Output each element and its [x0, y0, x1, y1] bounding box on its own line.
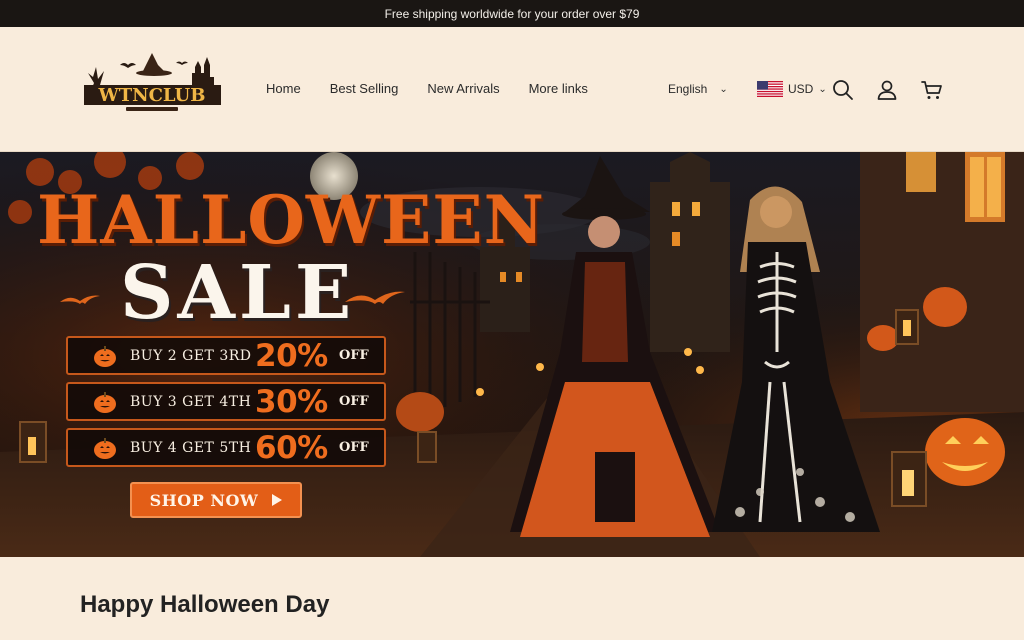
announcement-bar: Free shipping worldwide for your order o… — [0, 0, 1024, 27]
play-arrow-icon — [272, 494, 283, 506]
chevron-down-icon: ⌄ — [818, 83, 827, 95]
logo[interactable]: WTNCLUB — [80, 43, 225, 137]
account-button[interactable] — [875, 78, 899, 102]
shop-now-button[interactable]: SHOP NOW — [130, 482, 302, 518]
promo-buy-text: BUY 4 GET 5TH — [130, 439, 252, 456]
nav-best-selling[interactable]: Best Selling — [330, 81, 399, 96]
cart-icon — [921, 81, 942, 99]
pumpkin-icon — [94, 437, 116, 459]
language-selector[interactable]: English ⌄ — [668, 82, 728, 96]
currency-selector[interactable]: USD ⌄ — [757, 81, 827, 97]
main-nav: Home Best Selling New Arrivals More link… — [266, 81, 588, 96]
shop-now-label: SHOP NOW — [149, 490, 259, 510]
announcement-text: Free shipping worldwide for your order o… — [384, 6, 640, 21]
logo-graphic: WTNCLUB — [80, 43, 225, 137]
pumpkin-icon — [94, 391, 116, 413]
nav-new-arrivals[interactable]: New Arrivals — [427, 81, 499, 96]
promo-off: OFF — [339, 440, 369, 455]
us-flag-icon — [757, 81, 783, 97]
section-heading: Happy Halloween Day — [80, 591, 330, 618]
logo-text: WTNCLUB — [98, 85, 206, 106]
search-icon — [833, 80, 853, 100]
hero-title-halloween: HALLOWEEN — [37, 181, 545, 259]
nav-more-links[interactable]: More links — [529, 81, 588, 96]
search-button[interactable] — [831, 78, 855, 102]
promo-percent: 30% — [255, 383, 328, 420]
chevron-down-icon: ⌄ — [719, 83, 728, 95]
hero-banner[interactable]: HALLOWEEN SALE BUY 2 GET 3RD 20% OFF BUY… — [0, 152, 1024, 557]
promo-off: OFF — [339, 394, 369, 409]
nav-home[interactable]: Home — [266, 81, 301, 96]
promo-offer-2: BUY 3 GET 4TH 30% OFF — [66, 382, 386, 421]
hero-title-sale: SALE — [120, 250, 356, 336]
promo-percent: 60% — [255, 429, 328, 466]
cart-button[interactable] — [920, 78, 944, 102]
site-header: WTNCLUB Home Best Selling New Arrivals M… — [0, 27, 1024, 152]
promo-off: OFF — [339, 348, 369, 363]
promo-offer-3: BUY 4 GET 5TH 60% OFF — [66, 428, 386, 467]
promo-percent: 20% — [255, 337, 328, 374]
promo-buy-text: BUY 2 GET 3RD — [130, 347, 252, 364]
pumpkin-icon — [94, 345, 116, 367]
promo-offer-1: BUY 2 GET 3RD 20% OFF — [66, 336, 386, 375]
promo-buy-text: BUY 3 GET 4TH — [130, 393, 252, 410]
account-icon — [877, 80, 897, 100]
language-label: English — [668, 82, 708, 96]
currency-label: USD — [788, 82, 814, 96]
